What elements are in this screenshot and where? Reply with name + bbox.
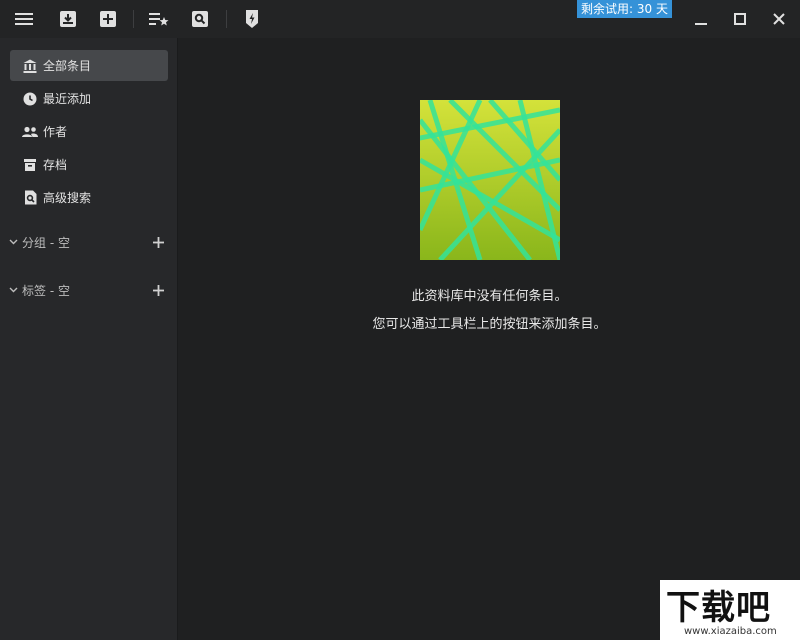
archive-icon [22, 157, 38, 173]
sidebar-item-recently-added[interactable]: 最近添加 [10, 83, 168, 114]
sidebar-item-label: 全部条目 [43, 59, 92, 73]
sidebar-item-label: 存档 [43, 158, 68, 172]
empty-message-line2: 您可以通过工具栏上的按钮来添加条目。 [372, 317, 607, 332]
watermark-title: 下载吧 [666, 588, 771, 628]
sidebar-item-all-items[interactable]: 全部条目 [10, 50, 168, 81]
tags-section[interactable]: 标签 - 空 [6, 279, 170, 301]
sidebar-item-label: 最近添加 [43, 92, 92, 106]
people-icon [22, 124, 38, 140]
import-icon [60, 11, 76, 27]
close-icon [773, 13, 785, 25]
search-button[interactable] [189, 8, 211, 30]
trial-badge[interactable]: 剩余试用: 30 天 [577, 0, 672, 18]
clock-icon [22, 91, 38, 107]
sidebar-item-label: 作者 [43, 125, 68, 139]
toolbar-divider [133, 10, 134, 28]
sidebar-item-authors[interactable]: 作者 [10, 116, 168, 147]
main-content: 此资料库中没有任何条目。 您可以通过工具栏上的按钮来添加条目。 [179, 38, 800, 640]
menu-button[interactable] [13, 8, 35, 30]
close-button[interactable] [768, 8, 790, 30]
add-tag-button[interactable] [150, 282, 166, 298]
add-icon [100, 11, 116, 27]
menu-icon [15, 13, 33, 25]
library-icon [22, 58, 38, 74]
reading-list-button[interactable] [148, 8, 170, 30]
plus-icon [152, 236, 164, 248]
chevron-down-icon [6, 235, 20, 249]
search-icon [192, 11, 208, 27]
watermark-logo: 下载吧 www.xiazaiba.com [660, 580, 800, 640]
toolbar-divider [226, 10, 227, 28]
sidebar-item-advanced-search[interactable]: 高级搜索 [10, 182, 168, 213]
chevron-down-icon [6, 283, 20, 297]
minimize-button[interactable] [690, 8, 712, 30]
quick-action-icon [246, 10, 258, 28]
import-button[interactable] [57, 8, 79, 30]
empty-library-illustration [420, 100, 560, 260]
plus-icon [152, 284, 164, 296]
quick-action-button[interactable] [241, 8, 263, 30]
section-label: 分组 - 空 [22, 235, 70, 250]
watermark-url: www.xiazaiba.com [684, 626, 777, 637]
groups-section[interactable]: 分组 - 空 [6, 231, 170, 253]
add-group-button[interactable] [150, 234, 166, 250]
sidebar-item-archive[interactable]: 存档 [10, 149, 168, 180]
advanced-search-icon [22, 190, 38, 206]
maximize-icon [734, 13, 746, 25]
section-label: 标签 - 空 [22, 283, 70, 298]
minimize-icon [695, 23, 707, 25]
sidebar: 全部条目 最近添加 作者 存档 高级搜索 分组 - 空 标签 - 空 [0, 38, 178, 640]
reading-list-icon [149, 13, 169, 26]
title-bar: 剩余试用: 30 天 [0, 0, 800, 38]
maximize-button[interactable] [729, 8, 751, 30]
sidebar-item-label: 高级搜索 [43, 191, 92, 205]
empty-message-line1: 此资料库中没有任何条目。 [411, 289, 568, 304]
add-item-button[interactable] [97, 8, 119, 30]
